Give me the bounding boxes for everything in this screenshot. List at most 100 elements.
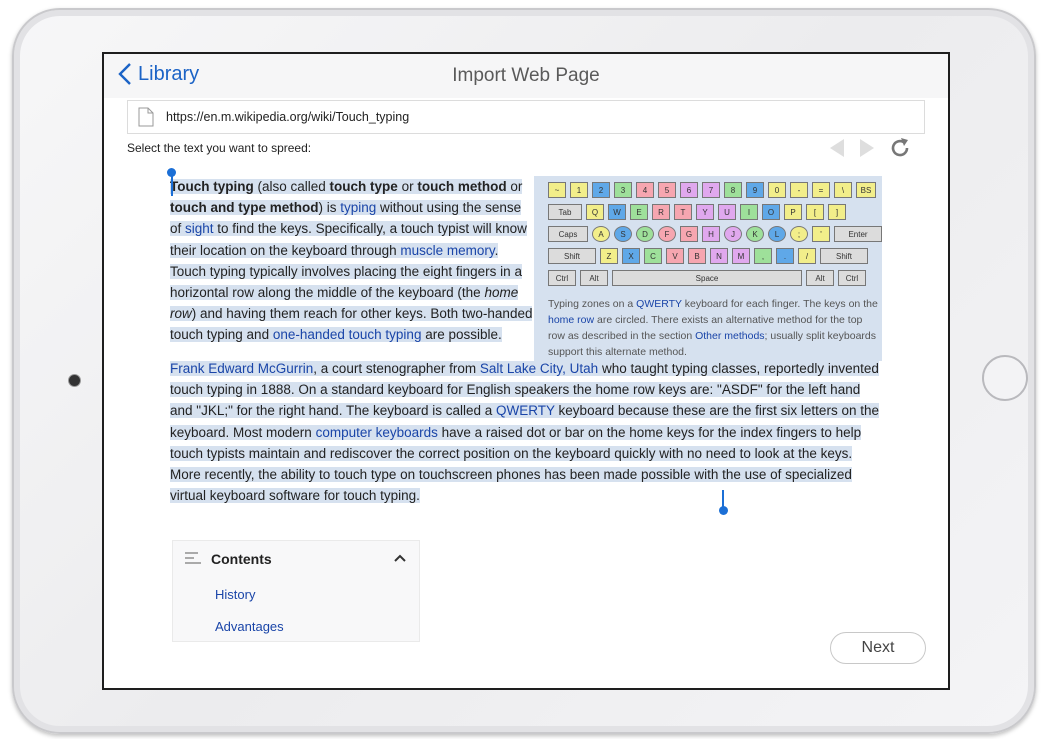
key-0-12: = [812,182,830,198]
caption-text: Typing zones on a [548,298,637,310]
p1-text: or [506,179,523,194]
key-3-8: , [754,248,772,264]
caption-text: keyboard for each finger. The keys on th… [681,298,878,310]
key-0-10: 0 [768,182,786,198]
document-icon [138,107,154,127]
key-0-1: 1 [570,182,588,198]
p1-link[interactable]: typing [340,200,376,215]
selection-end-handle[interactable] [719,506,728,515]
key-0-6: 6 [680,182,698,198]
back-arrow-icon[interactable] [828,137,846,164]
p2-link[interactable]: Salt Lake City, Utah [480,361,598,376]
p1-text: (also called [253,179,330,194]
key-3-4: V [666,248,684,264]
key-4-4: Ctrl [838,270,866,286]
url-field[interactable]: https://en.m.wikipedia.org/wiki/Touch_ty… [127,100,925,134]
keyboard-diagram: ~1 2 3 4 5 6 7 8 9 0- = \ BS Tab Q W E R T Y U I O P[] Caps A S D F G… [548,182,882,292]
instruction-text: Select the text you want to spreed: [127,141,312,155]
key-2-1: A [592,226,610,242]
key-3-10: / [798,248,816,264]
key-4-3: Alt [806,270,834,286]
key-1-6: Y [696,204,714,220]
p1-bold-text: touch method [417,179,507,194]
key-3-9: . [776,248,794,264]
p1-bold-text: touch and type method [170,200,319,216]
p2-text: , a court stenographer from [313,361,480,376]
key-4-1: Alt [580,270,608,286]
key-0-14: BS [856,182,876,198]
key-2-2: S [614,226,632,242]
table-of-contents: Contents History Advantages [172,540,420,642]
chevron-up-icon[interactable] [393,553,407,563]
key-3-2: X [622,248,640,264]
key-3-5: B [688,248,706,264]
key-1-10: P [784,204,802,220]
key-0-4: 4 [636,182,654,198]
p1-text: ) is [318,200,341,216]
key-0-13: \ [834,182,852,198]
caption-link[interactable]: home row [548,314,594,326]
key-0-11: - [790,182,808,198]
key-4-2: Space [612,270,802,286]
key-2-6: H [702,226,720,242]
p1-link[interactable]: one-handed touch typing [273,327,422,342]
key-0-5: 5 [658,182,676,198]
page-navigation [828,136,912,165]
key-2-4: F [658,226,676,242]
key-3-1: Z [600,248,618,264]
key-1-1: Q [586,204,604,220]
toc-item-advantages[interactable]: Advantages [215,619,284,634]
p1-text: or [397,179,418,194]
key-1-0: Tab [548,204,582,220]
key-1-11: [ [806,204,824,220]
p2-link[interactable]: Frank Edward McGurrin [170,361,313,376]
key-2-5: G [680,226,698,242]
key-2-9: L [768,226,786,242]
forward-arrow-icon[interactable] [858,137,876,164]
key-3-6: N [710,248,728,264]
key-3-7: M [732,248,750,264]
url-text: https://en.m.wikipedia.org/wiki/Touch_ty… [166,110,410,124]
camera [68,374,81,387]
key-2-11: ' [812,226,830,242]
selection-start-caret [171,176,173,196]
key-0-9: 9 [746,182,764,198]
page-title: Import Web Page [452,65,600,86]
key-3-0: Shift [548,248,596,264]
caption-link[interactable]: Other methods [695,330,764,342]
key-2-12: Enter [834,226,882,242]
key-3-3: C [644,248,662,264]
home-button[interactable] [982,355,1028,401]
key-2-10: ; [790,226,808,242]
reload-icon[interactable] [888,136,912,165]
key-1-7: U [718,204,736,220]
figure-caption: Typing zones on a QWERTY keyboard for ea… [548,296,878,360]
keyboard-figure: ~1 2 3 4 5 6 7 8 9 0- = \ BS Tab Q W E R T Y U I O P[] Caps A S D F G… [534,176,882,361]
key-1-8: I [740,204,758,220]
key-2-0: Caps [548,226,588,242]
p2-link[interactable]: QWERTY [496,403,555,418]
p2-link[interactable]: computer keyboards [316,425,438,440]
p1-link[interactable]: sight [185,221,214,236]
p1-link[interactable]: muscle memory [400,243,494,258]
key-0-3: 3 [614,182,632,198]
key-2-7: J [724,226,742,242]
p1-bold-text: Touch typing [170,179,254,194]
p1-bold-text: touch type [329,179,398,194]
key-2-3: D [636,226,654,242]
key-1-12: ] [828,204,846,220]
p1-text: are possible. [421,327,502,343]
key-4-0: Ctrl [548,270,576,286]
key-0-0: ~ [548,182,566,198]
article-paragraph-2: Frank Edward McGurrin, a court stenograp… [170,358,882,506]
key-1-9: O [762,204,780,220]
article-paragraph-1: Touch typing (also called touch type or … [170,176,534,346]
toc-item-history[interactable]: History [215,587,255,602]
screen: Library Import Web Page https://en.m.wik… [102,52,950,690]
caption-link[interactable]: QWERTY [636,298,682,310]
list-icon [185,552,201,564]
next-button[interactable]: Next [830,632,926,664]
key-0-8: 8 [724,182,742,198]
toc-title: Contents [211,551,272,567]
key-1-4: R [652,204,670,220]
